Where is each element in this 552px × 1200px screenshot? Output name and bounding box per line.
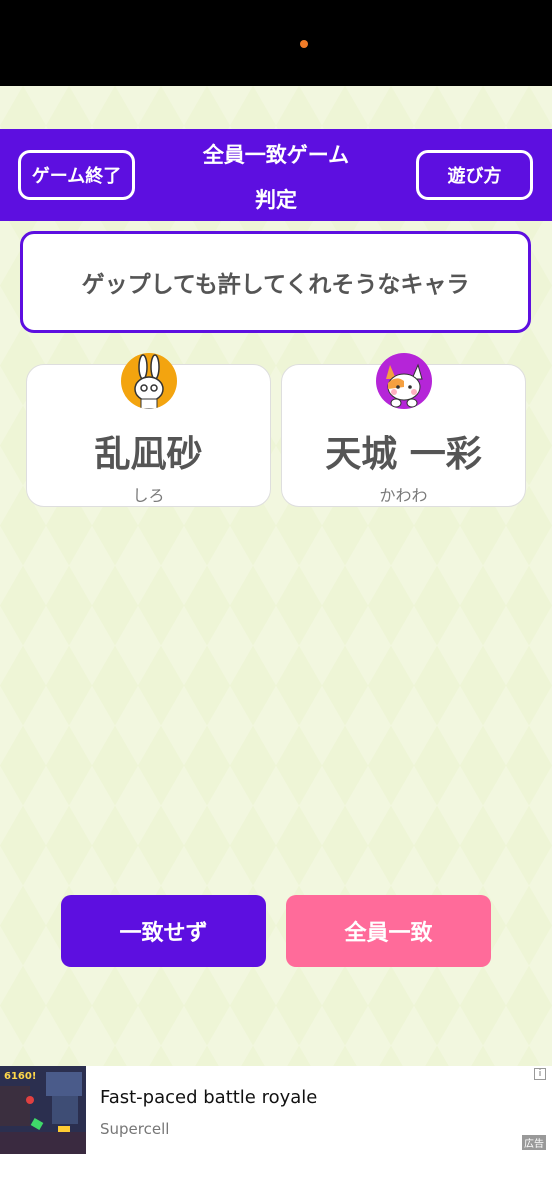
how-to-play-button[interactable]: 遊び方 — [416, 150, 533, 200]
question-text: ゲップしても許してくれそうなキャラ — [81, 272, 470, 298]
answer-name: 乱凪砂 — [94, 434, 203, 475]
all-match-button[interactable]: 全員一致 — [286, 895, 491, 967]
page-title: 全員一致ゲーム — [202, 143, 350, 167]
ad-label: 広告 — [522, 1135, 546, 1150]
answer-card: 天城 一彩 かわわ — [281, 353, 526, 507]
mismatch-button[interactable]: 一致せず — [61, 895, 266, 967]
status-bar — [0, 0, 552, 86]
ad-score-text: 6160! — [4, 1071, 36, 1082]
question-card: ゲップしても許してくれそうなキャラ — [20, 231, 531, 333]
rabbit-icon — [120, 353, 177, 409]
player-name: しろ — [132, 486, 165, 505]
player-name: かわわ — [379, 486, 428, 505]
answer-name: 天城 一彩 — [325, 434, 482, 475]
camera-indicator — [300, 40, 308, 48]
header-bar: ゲーム終了 全員一致ゲーム 判定 遊び方 — [0, 129, 552, 221]
answer-card: 乱凪砂 しろ — [26, 353, 271, 507]
page-subtitle: 判定 — [255, 188, 297, 212]
ad-banner[interactable]: 6160! Fast-paced battle royale Supercell… — [0, 1066, 552, 1154]
bottom-safe-area — [0, 1154, 552, 1200]
end-game-button[interactable]: ゲーム終了 — [18, 150, 135, 200]
ad-thumbnail[interactable]: 6160! — [0, 1066, 86, 1154]
cat-icon — [375, 353, 432, 409]
ad-advertiser: Supercell — [100, 1120, 170, 1138]
info-icon[interactable]: i — [534, 1068, 546, 1080]
ad-title[interactable]: Fast-paced battle royale — [100, 1087, 317, 1108]
